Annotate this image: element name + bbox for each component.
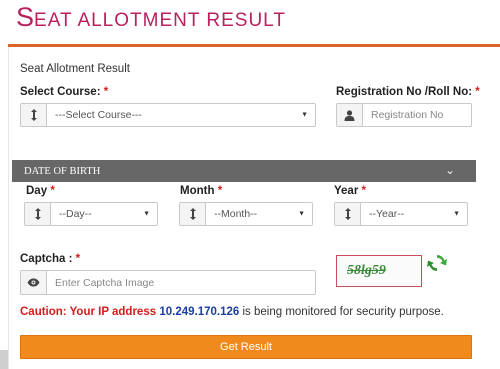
year-select-value[interactable]: --Year-- ▼	[361, 203, 467, 225]
dropdown-caret-icon: ▼	[301, 111, 308, 119]
card-border	[8, 47, 9, 369]
refresh-icon[interactable]	[426, 252, 448, 274]
registration-field[interactable]: Registration No	[363, 104, 471, 126]
month-label: Month *	[180, 185, 223, 197]
sort-arrows-icon	[180, 203, 206, 225]
month-select[interactable]: --Month-- ▼	[179, 202, 313, 226]
required-mark: *	[103, 86, 109, 98]
title-initial: S	[16, 2, 35, 32]
sort-arrows-icon	[25, 203, 51, 225]
captcha-field[interactable]: Enter Captcha Image	[47, 271, 315, 294]
captcha-input[interactable]: Enter Captcha Image	[20, 270, 316, 295]
ip-address: 10.249.170.126	[159, 306, 240, 318]
captcha-image: 58lg59	[336, 255, 422, 287]
page: SEAT ALLOTMENT RESULT Seat Allotment Res…	[0, 0, 500, 369]
course-select[interactable]: ---Select Course--- ▼	[20, 103, 316, 127]
user-icon	[337, 104, 363, 126]
form-subtitle: Seat Allotment Result	[20, 63, 130, 75]
registration-label: Registration No /Roll No: *	[336, 86, 480, 98]
day-select-value[interactable]: --Day-- ▼	[51, 203, 157, 225]
dropdown-caret-icon: ▼	[453, 210, 460, 218]
course-label: Select Course: *	[20, 86, 109, 98]
chevron-down-icon: ⌄	[444, 163, 455, 177]
required-mark: *	[475, 86, 480, 98]
captcha-label: Captcha : *	[20, 253, 81, 265]
captcha-text: 58lg59	[347, 263, 386, 278]
security-caution: Caution: Your IP address 10.249.170.126 …	[20, 306, 444, 318]
eye-icon	[21, 271, 47, 294]
registration-input[interactable]: Registration No	[336, 103, 472, 127]
page-title: SEAT ALLOTMENT RESULT	[16, 2, 286, 33]
year-label: Year *	[334, 185, 366, 197]
dropdown-caret-icon: ▼	[143, 210, 150, 218]
year-select[interactable]: --Year-- ▼	[334, 202, 468, 226]
title-rest: EAT ALLOTMENT RESULT	[34, 10, 286, 31]
day-label: Day *	[26, 185, 55, 197]
dob-section-header[interactable]: DATE OF BIRTH ⌄	[12, 160, 476, 182]
sort-arrows-icon	[21, 104, 47, 126]
month-select-value[interactable]: --Month-- ▼	[206, 203, 312, 225]
title-underline	[8, 44, 500, 47]
dropdown-caret-icon: ▼	[298, 210, 305, 218]
side-strip	[0, 350, 8, 369]
course-select-value[interactable]: ---Select Course--- ▼	[47, 104, 315, 126]
get-result-button[interactable]: Get Result	[20, 335, 472, 359]
sort-arrows-icon	[335, 203, 361, 225]
day-select[interactable]: --Day-- ▼	[24, 202, 158, 226]
